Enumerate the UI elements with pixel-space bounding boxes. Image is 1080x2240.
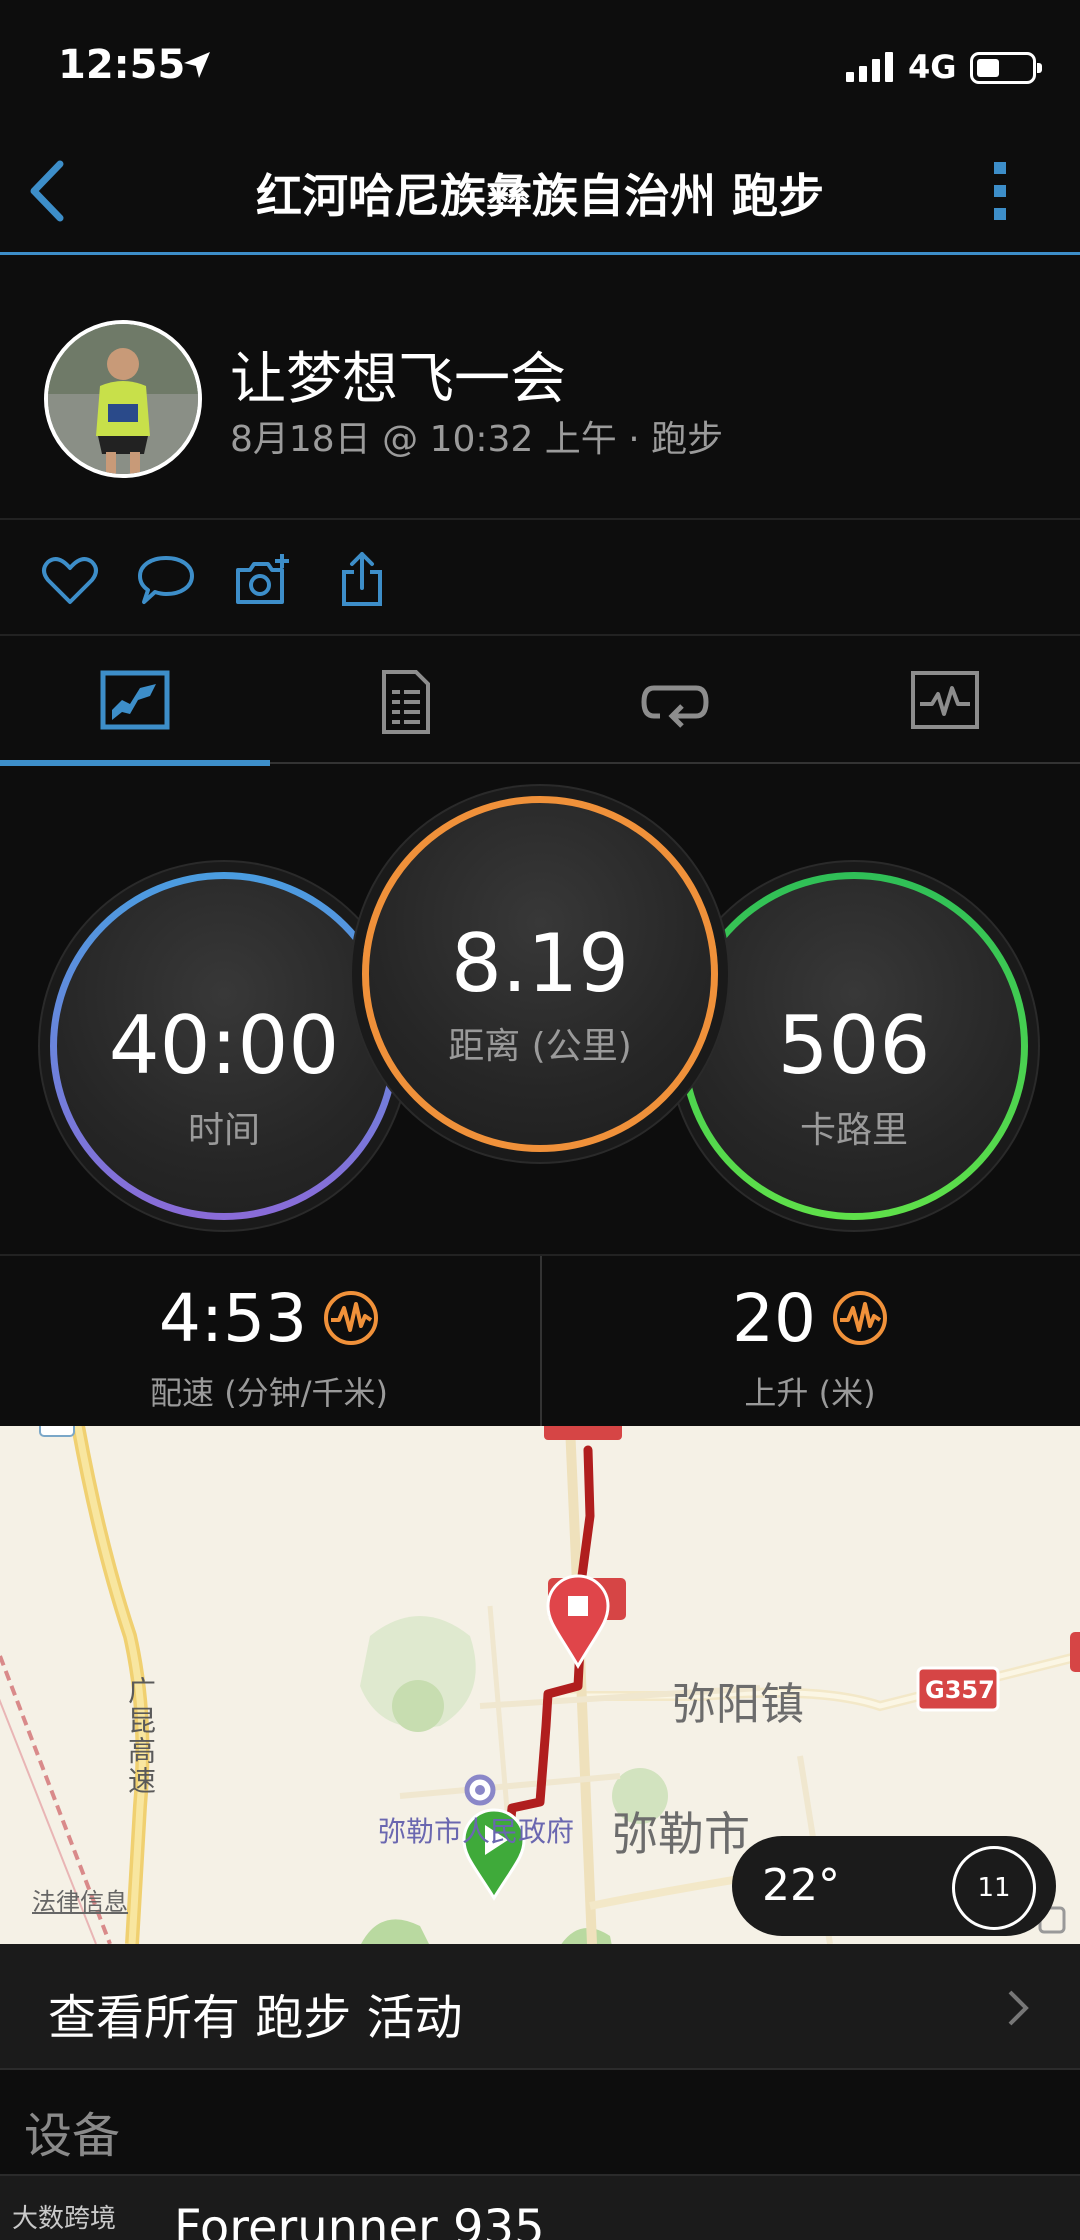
calories-value: 506 bbox=[777, 999, 931, 1092]
pace-label: 配速 (分钟/千米) bbox=[150, 1374, 388, 1412]
laps-loop-icon bbox=[641, 685, 709, 728]
social-actions bbox=[0, 520, 1080, 636]
device-name: Forerunner 935 bbox=[174, 2200, 545, 2240]
page-title: 红河哈尼族彝族自治州 跑步 bbox=[255, 169, 824, 223]
ascent-metric[interactable]: 20 上升 (米) bbox=[540, 1256, 1078, 1428]
more-options-icon[interactable] bbox=[980, 156, 1020, 226]
pace-metric[interactable]: 4:53 配速 (分钟/千米) bbox=[0, 1256, 538, 1428]
distance-stat: 8.19 距离 (公里) bbox=[362, 796, 718, 1152]
tab-summary[interactable] bbox=[0, 636, 270, 766]
graph-pulse-icon bbox=[911, 671, 979, 729]
pulse-badge-icon bbox=[832, 1290, 887, 1345]
activity-tabs bbox=[0, 636, 1080, 766]
nav-bar: 红河哈尼族彝族自治州 跑步 bbox=[0, 130, 1080, 255]
distance-label: 距离 (公里) bbox=[448, 1026, 632, 1067]
map-road-label: 广昆高速 bbox=[124, 1676, 157, 1796]
heart-icon[interactable] bbox=[40, 550, 100, 610]
summary-chart-icon bbox=[100, 670, 170, 730]
view-all-label: 查看所有 跑步 活动 bbox=[48, 1990, 463, 2046]
time-label: 时间 bbox=[187, 1110, 260, 1151]
ascent-label: 上升 (米) bbox=[744, 1374, 876, 1412]
pulse-badge-icon bbox=[324, 1290, 379, 1345]
chevron-right-icon bbox=[1008, 1990, 1029, 2026]
map-city-label: 弥勒市 bbox=[612, 1807, 750, 1861]
weather-badge[interactable]: 22° 11 bbox=[732, 1836, 1056, 1936]
map-highway-badge: G357 bbox=[925, 1676, 995, 1704]
view-all-activities[interactable]: 查看所有 跑步 活动 bbox=[0, 1944, 1080, 2070]
camera-add-icon[interactable] bbox=[232, 550, 292, 610]
distance-value: 8.19 bbox=[450, 917, 630, 1010]
tab-laps[interactable] bbox=[540, 636, 810, 764]
device-section-title: 设备 bbox=[24, 2108, 121, 2164]
map-town-label: 弥阳镇 bbox=[672, 1679, 804, 1730]
back-chevron-icon[interactable] bbox=[20, 156, 80, 226]
battery-icon bbox=[970, 52, 1042, 84]
location-arrow-icon bbox=[184, 52, 210, 78]
device-section-header: 设备 bbox=[0, 2070, 1080, 2176]
time-value: 40:00 bbox=[108, 999, 340, 1092]
tab-details[interactable] bbox=[270, 636, 540, 764]
wind-compass-icon: 11 bbox=[952, 1846, 1036, 1930]
signal-icon bbox=[846, 52, 893, 82]
metrics-row: 4:53 配速 (分钟/千米) 20 上升 (米) bbox=[0, 1254, 1080, 1428]
activity-header: 让梦想飞一会 8月18日 @ 10:32 上午 · 跑步 bbox=[0, 258, 1080, 520]
ascent-value: 20 bbox=[732, 1280, 816, 1357]
temperature-value: 22° bbox=[762, 1860, 840, 1911]
calories-stat: 506 卡路里 bbox=[680, 872, 1028, 1220]
status-time: 12:55 bbox=[58, 42, 186, 88]
calories-label: 卡路里 bbox=[799, 1110, 908, 1151]
activity-date: 8月18日 @ 10:32 上午 · 跑步 bbox=[230, 419, 724, 460]
map-legal-link[interactable]: 法律信息 bbox=[32, 1882, 128, 1917]
pace-value: 4:53 bbox=[158, 1280, 308, 1357]
device-row[interactable]: 大数跨境 Forerunner 935 bbox=[0, 2176, 1080, 2240]
share-icon[interactable] bbox=[332, 550, 392, 610]
tab-graphs[interactable] bbox=[810, 636, 1080, 764]
watermark: 大数跨境 bbox=[12, 2204, 117, 2234]
status-bar: 12:55 4G bbox=[0, 0, 1080, 130]
map-govt-label: 弥勒市人民政府 bbox=[378, 1815, 575, 1848]
time-stat: 40:00 时间 bbox=[50, 872, 398, 1220]
route-map[interactable]: 广昆高速 弥阳镇 G357 弥勒市人民政府 弥勒市 法律信息 22° 11 bbox=[0, 1426, 1080, 1944]
details-document-icon bbox=[382, 670, 430, 734]
user-name[interactable]: 让梦想飞一会 bbox=[230, 334, 566, 415]
summary-stats: 40:00 时间 506 卡路里 8.19 距离 (公里) bbox=[0, 766, 1080, 1254]
wind-speed-value: 11 bbox=[977, 1873, 1011, 1903]
network-type: 4G bbox=[908, 48, 957, 86]
avatar[interactable] bbox=[44, 320, 202, 478]
comment-icon[interactable] bbox=[136, 550, 196, 610]
